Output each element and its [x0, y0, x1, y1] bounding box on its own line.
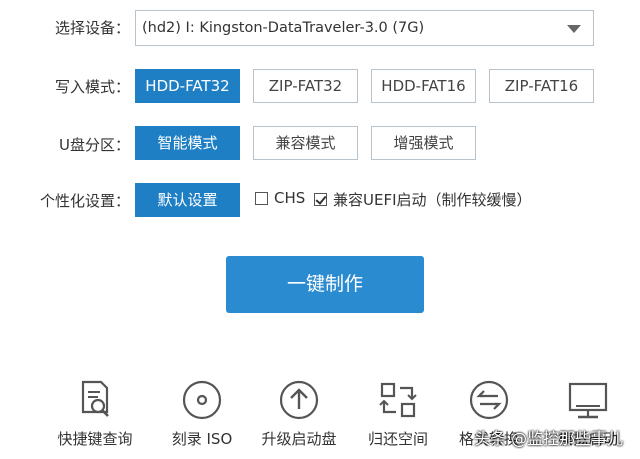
chs-checkbox-label: CHS	[274, 189, 306, 207]
uefi-checkbox-label: 兼容UEFI启动（制作较缓慢）	[333, 191, 532, 209]
write-mode-zip-fat16[interactable]: ZIP-FAT16	[489, 69, 594, 103]
write-mode-hdd-fat16[interactable]: HDD-FAT16	[371, 69, 476, 103]
tool-restore-space[interactable]: 归还空间	[348, 378, 448, 449]
chs-checkbox-box[interactable]	[255, 191, 268, 205]
search-doc-icon	[81, 380, 109, 417]
partition-label: U盘分区：	[59, 136, 130, 154]
tool-shortcut-query[interactable]: 快捷键查询	[45, 378, 145, 449]
uefi-checkbox-box[interactable]	[314, 193, 327, 206]
device-select[interactable]: (hd2) I: Kingston-DataTraveler-3.0 (7G)	[135, 10, 594, 46]
convert-icon	[469, 380, 509, 420]
partition-enhanced-mode[interactable]: 增强模式	[371, 126, 476, 160]
default-settings-button[interactable]: 默认设置	[135, 183, 240, 217]
personalize-label: 个性化设置：	[39, 192, 130, 210]
tool-upgrade-boot[interactable]: 升级启动盘	[249, 378, 349, 449]
tool-burn-iso[interactable]: 刻录 ISO	[152, 378, 252, 449]
device-select-value: (hd2) I: Kingston-DataTraveler-3.0 (7G)	[142, 20, 425, 36]
uefi-checkbox[interactable]: 兼容UEFI启动（制作较缓慢）	[314, 189, 532, 210]
write-mode-zip-fat32[interactable]: ZIP-FAT32	[253, 69, 358, 103]
chevron-down-icon[interactable]	[567, 25, 581, 33]
upgrade-arrow-icon	[279, 380, 319, 420]
tool-label: 升级启动盘	[261, 430, 337, 448]
device-label: 选择设备：	[54, 19, 130, 37]
tool-label: 刻录 ISO	[171, 430, 233, 448]
watermark: 头条 @监控那些事儿	[474, 429, 624, 448]
tool-label: 快捷键查询	[57, 430, 133, 448]
tool-label: 归还空间	[367, 430, 428, 448]
restore-space-icon	[379, 382, 417, 418]
partition-compat-mode[interactable]: 兼容模式	[253, 126, 358, 160]
write-mode-hdd-fat32[interactable]: HDD-FAT32	[135, 69, 240, 103]
partition-smart-mode[interactable]: 智能模式	[135, 126, 240, 160]
write-mode-label: 写入模式：	[54, 78, 130, 96]
disc-icon	[182, 380, 222, 420]
monitor-icon	[568, 382, 608, 419]
chs-checkbox[interactable]: CHS	[255, 189, 305, 207]
one-click-make-button[interactable]: 一键制作	[226, 256, 424, 313]
